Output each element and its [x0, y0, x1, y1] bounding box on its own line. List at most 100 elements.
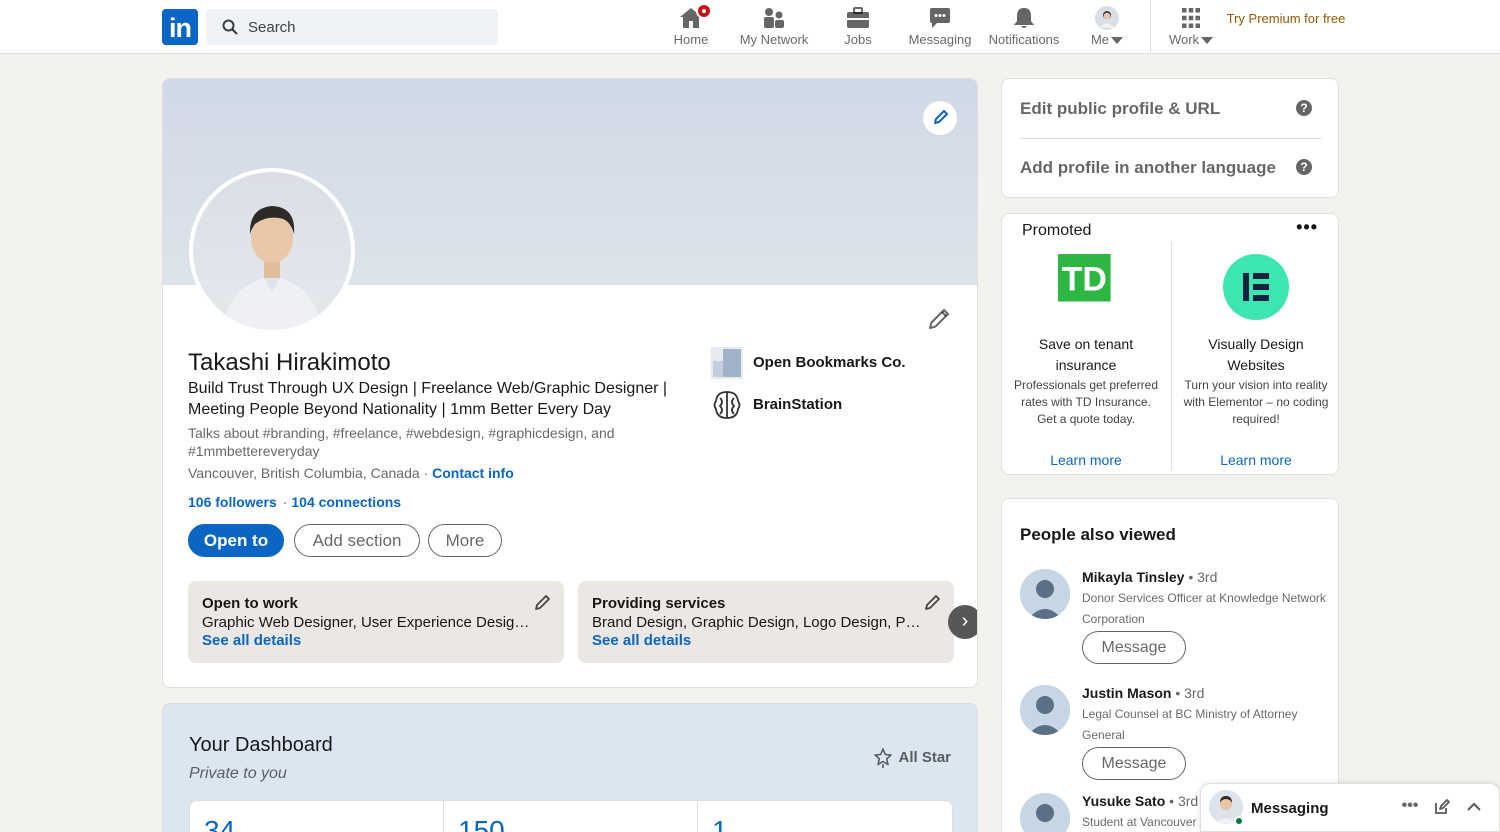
nav-divider: [1150, 0, 1151, 54]
pencil-icon: [929, 309, 949, 329]
td-logo-text: TD: [1062, 260, 1107, 298]
learn-more-link[interactable]: Learn more: [1172, 452, 1338, 468]
contact-info-link[interactable]: Contact info: [432, 465, 514, 481]
more-options-icon[interactable]: •••: [1296, 217, 1318, 238]
followers-link[interactable]: 106 followers: [188, 494, 277, 510]
avatar-icon: [1095, 6, 1119, 30]
person-name-row[interactable]: Yusuke Sato • 3rd: [1082, 793, 1198, 809]
brainstation-logo: [713, 391, 741, 419]
dashboard-stat[interactable]: 150: [444, 801, 698, 832]
avatar: [1020, 793, 1070, 832]
person-title: Donor Services Officer at Knowledge Netw…: [1082, 591, 1326, 626]
person-name-row[interactable]: Mikayla Tinsley • 3rd: [1082, 569, 1217, 585]
ad-td-insurance[interactable]: TD Save on tenant insurance Professional…: [1002, 252, 1170, 474]
profile-headline: Build Trust Through UX Design | Freelanc…: [188, 380, 668, 418]
open-to-work-text: Graphic Web Designer, User Experience De…: [202, 614, 532, 631]
more-options-icon[interactable]: •••: [1401, 798, 1419, 816]
person-name: Yusuke Sato: [1082, 793, 1166, 809]
open-to-work-card[interactable]: Open to work Graphic Web Designer, User …: [188, 581, 564, 663]
people-also-viewed-title: People also viewed: [1020, 525, 1176, 544]
learn-more-link[interactable]: Learn more: [1002, 452, 1170, 468]
nav-messaging[interactable]: Messaging: [904, 0, 976, 54]
dashboard-stat[interactable]: 1: [698, 801, 952, 832]
nav-notifications-label: Notifications: [988, 32, 1060, 47]
briefcase-icon: [847, 7, 869, 28]
person-portrait: [223, 206, 321, 330]
open-to-work-title: Open to work: [202, 595, 298, 612]
nav-jobs-label: Jobs: [844, 32, 872, 47]
message-button[interactable]: Message: [1082, 631, 1186, 664]
ad-body: Turn your vision into reality with Eleme…: [1183, 378, 1329, 426]
chevron-up-icon[interactable]: [1465, 798, 1483, 816]
person-name-row[interactable]: Justin Mason • 3rd: [1082, 685, 1204, 701]
person-name: Justin Mason: [1082, 685, 1172, 701]
profile-photo[interactable]: [189, 168, 355, 334]
help-icon[interactable]: ?: [1296, 159, 1312, 175]
elementor-logo: [1223, 254, 1289, 320]
promoted-title: Promoted: [1022, 222, 1092, 239]
location-separator: ·: [423, 465, 429, 481]
connections-link[interactable]: 104 connections: [291, 494, 401, 510]
providing-services-card[interactable]: Providing services Brand Design, Graphic…: [578, 581, 954, 663]
top-nav: in Home My Network Jobs Messaging Notifi…: [0, 0, 1500, 54]
ad-body: Professionals get preferred rates with T…: [1013, 378, 1159, 426]
pencil-icon[interactable]: [924, 593, 942, 611]
edit-public-profile-link[interactable]: Edit public profile & URL: [1020, 99, 1320, 119]
company-name: Open Bookmarks Co.: [753, 354, 906, 371]
more-button[interactable]: More: [428, 524, 502, 557]
open-to-work-see-all-link[interactable]: See all details: [202, 632, 301, 649]
linkedin-logo[interactable]: in: [162, 9, 198, 45]
messaging-icon: [930, 8, 950, 28]
nav-notifications[interactable]: Notifications: [982, 0, 1066, 54]
list-item[interactable]: Justin Mason • 3rd Legal Counsel at BC M…: [1020, 685, 1330, 795]
nav-me-label: Me: [1084, 32, 1130, 47]
avatar: [1020, 685, 1070, 735]
message-button[interactable]: Message: [1082, 747, 1186, 780]
edit-intro-button[interactable]: [927, 307, 951, 331]
ad-elementor[interactable]: Visually Design Websites Turn your visio…: [1172, 252, 1338, 474]
nav-my-network[interactable]: My Network: [734, 0, 814, 54]
person-name: Mikayla Tinsley: [1082, 569, 1185, 585]
try-premium-link[interactable]: Try Premium for free: [1226, 9, 1346, 28]
nav-work[interactable]: Work: [1162, 0, 1220, 54]
nav-home-label: Home: [673, 32, 709, 47]
school-name: BrainStation: [753, 396, 843, 413]
add-section-button[interactable]: Add section: [294, 524, 420, 557]
stat-value: 34: [204, 815, 236, 832]
chevron-down-icon: [1201, 37, 1214, 45]
carousel-next-button[interactable]: ›: [948, 605, 977, 639]
search-input[interactable]: [248, 9, 488, 45]
nav-jobs[interactable]: Jobs: [832, 0, 884, 54]
notification-badge: [696, 3, 713, 19]
edit-cover-button[interactable]: [923, 101, 957, 135]
compose-icon[interactable]: [1433, 798, 1451, 816]
people-also-viewed-card: People also viewed Mikayla Tinsley • 3rd…: [1001, 498, 1339, 832]
messaging-dock[interactable]: Messaging •••: [1200, 783, 1500, 832]
nav-my-network-label: My Network: [739, 32, 809, 47]
avatar: [1020, 569, 1070, 619]
profile-settings-card: Edit public profile & URL ? Add profile …: [1001, 78, 1339, 198]
open-to-button[interactable]: Open to: [188, 524, 284, 557]
stats-separator: ·: [282, 494, 288, 510]
all-star-status[interactable]: All Star: [874, 748, 951, 768]
online-status-indicator: [1234, 816, 1244, 826]
pencil-icon[interactable]: [534, 593, 552, 611]
nav-me-text: Me: [1090, 32, 1110, 47]
nav-home[interactable]: Home: [664, 0, 718, 54]
person-title: Legal Counsel at BC Ministry of Attorney…: [1082, 707, 1298, 742]
search-bar[interactable]: [206, 9, 498, 45]
td-logo: TD: [1058, 254, 1111, 302]
add-profile-language-link[interactable]: Add profile in another language: [1020, 158, 1320, 178]
help-icon[interactable]: ?: [1296, 100, 1312, 116]
profile-photo-image: [193, 172, 351, 330]
providing-services-text: Brand Design, Graphic Design, Logo Desig…: [592, 614, 922, 631]
messaging-dock-label: Messaging: [1251, 800, 1329, 817]
list-item[interactable]: Mikayla Tinsley • 3rd Donor Services Off…: [1020, 569, 1330, 679]
dashboard-stats: 34 150 1: [189, 800, 953, 832]
nav-me[interactable]: Me: [1084, 0, 1130, 54]
ad-headline: Visually Design Websites: [1208, 336, 1304, 373]
grid-icon: [1182, 8, 1200, 28]
open-bookmarks-logo: [711, 347, 743, 379]
dashboard-stat[interactable]: 34: [190, 801, 444, 832]
providing-services-see-all-link[interactable]: See all details: [592, 632, 691, 649]
